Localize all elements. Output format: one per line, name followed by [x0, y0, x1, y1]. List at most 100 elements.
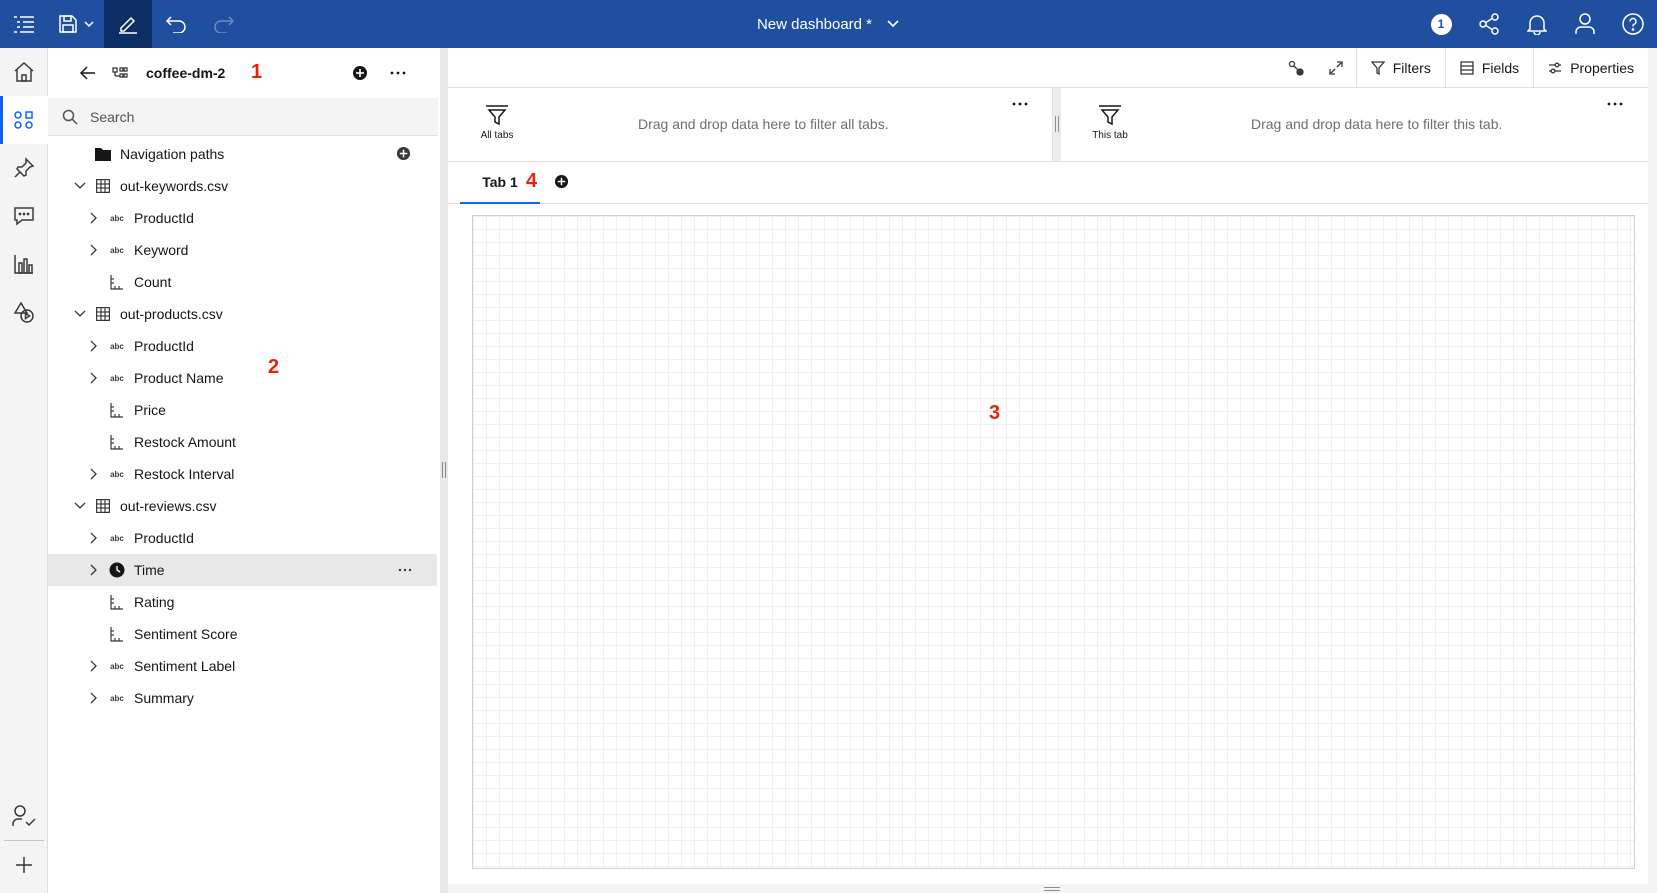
tree-item-label: Count	[134, 274, 172, 290]
tree-item[interactable]: abc ProductId	[48, 522, 440, 554]
tree-item[interactable]: Sentiment Score	[48, 618, 440, 650]
tree-item[interactable]: Restock Amount	[48, 426, 440, 458]
chevron-right-icon[interactable]	[86, 466, 102, 482]
notifications-button[interactable]	[1513, 0, 1561, 48]
search-input[interactable]	[90, 108, 390, 125]
dashboard-area: Filters Fields Properties All tabs Drag …	[448, 47, 1648, 884]
tree-item[interactable]: Price	[48, 394, 440, 426]
tree-item[interactable]: abc ProductId	[48, 330, 440, 362]
tree-item-label: Keyword	[134, 242, 189, 258]
text-type-icon: abc	[110, 341, 124, 351]
tree-item[interactable]: abc Restock Interval	[48, 458, 440, 490]
edit-mode-button[interactable]	[104, 0, 152, 48]
help-button[interactable]	[1609, 0, 1657, 48]
tree-item[interactable]: out-products.csv	[48, 298, 440, 330]
save-button[interactable]	[48, 0, 104, 48]
panel-resize-handle[interactable]	[440, 48, 448, 893]
home-button[interactable]	[0, 48, 48, 96]
bell-icon	[1527, 15, 1547, 35]
overflow-menu-icon	[1012, 102, 1028, 106]
dashboard-title[interactable]: New dashboard *	[757, 16, 872, 33]
settings-adjust-icon	[1549, 62, 1562, 73]
tree-item[interactable]: abc Product Name	[48, 362, 440, 394]
user-button[interactable]	[1561, 0, 1609, 48]
undo-button[interactable]	[152, 0, 200, 48]
chevron-down-icon[interactable]	[72, 498, 88, 514]
tree-item[interactable]: abc Sentiment Label	[48, 650, 440, 682]
add-tab-button[interactable]	[554, 174, 569, 192]
connections-button[interactable]	[1276, 48, 1316, 88]
redo-button[interactable]	[200, 0, 248, 48]
rail-bottom	[0, 792, 48, 893]
chevron-right-icon[interactable]	[86, 530, 102, 546]
user-access-button[interactable]	[0, 792, 48, 840]
visualizations-button[interactable]	[0, 240, 48, 288]
tree-item-label: Product Name	[134, 370, 224, 386]
add-source-button[interactable]	[348, 61, 372, 85]
share-icon	[1479, 13, 1499, 35]
tree-item[interactable]: Navigation paths	[48, 138, 440, 170]
measure-icon	[108, 273, 126, 291]
chevron-right-icon[interactable]	[86, 242, 102, 258]
this-tab-filter-zone[interactable]: This tab Drag and drop data here to filt…	[1061, 88, 1648, 162]
chevron-right-icon[interactable]	[86, 338, 102, 354]
add-navigation-path-button[interactable]	[396, 146, 411, 164]
overflow-menu-icon[interactable]	[398, 560, 412, 583]
chevron-right-icon[interactable]	[86, 370, 102, 386]
text-type-icon: abc	[110, 213, 124, 223]
bottom-resize-handle[interactable]	[1044, 887, 1060, 891]
fields-label: Fields	[1481, 59, 1520, 76]
notification-count-button[interactable]: 1	[1417, 0, 1465, 48]
chevron-right-icon[interactable]	[86, 210, 102, 226]
assistant-button[interactable]	[0, 288, 48, 336]
comments-button[interactable]	[0, 192, 48, 240]
resize-grip	[442, 462, 446, 478]
tree-item[interactable]: Count	[48, 266, 440, 298]
tree-item[interactable]: abc ProductId	[48, 202, 440, 234]
all-tabs-filter-zone[interactable]: All tabs Drag and drop data here to filt…	[448, 88, 1053, 162]
share-button[interactable]	[1465, 0, 1513, 48]
this-tab-filter-tile[interactable]: This tab	[1083, 104, 1137, 141]
chevron-down-icon[interactable]	[72, 306, 88, 322]
data-panel: coffee-dm-2 Navigation paths out-keywords…	[48, 48, 440, 893]
data-module-icon	[108, 67, 132, 79]
properties-button[interactable]: Properties	[1533, 47, 1648, 88]
maximize-icon	[1329, 60, 1343, 75]
fields-button[interactable]: Fields	[1444, 47, 1533, 88]
tree-item[interactable]: Rating	[48, 586, 440, 618]
tree-item-label: Price	[134, 402, 166, 418]
this-tab-overflow-menu[interactable]	[1607, 92, 1623, 121]
chevron-down-icon[interactable]	[72, 178, 88, 194]
undo-icon	[165, 16, 186, 33]
dashboard-canvas[interactable]	[472, 215, 1635, 869]
tree-item[interactable]: out-reviews.csv	[48, 490, 440, 522]
chevron-right-icon[interactable]	[86, 562, 102, 578]
filter-zone-divider[interactable]	[1053, 88, 1061, 161]
chevron-down-icon[interactable]	[886, 19, 900, 29]
filters-button[interactable]: Filters	[1355, 47, 1445, 88]
all-tabs-filter-tile[interactable]: All tabs	[470, 104, 524, 141]
tree-item[interactable]: out-keywords.csv	[48, 170, 440, 202]
back-button[interactable]	[70, 55, 106, 91]
chevron-right-icon[interactable]	[86, 690, 102, 706]
measure-icon	[108, 433, 126, 451]
data-sources-button[interactable]	[0, 96, 48, 144]
navigation-menu-button[interactable]	[0, 0, 48, 48]
pins-button[interactable]	[0, 144, 48, 192]
panel-overflow-menu[interactable]	[386, 61, 410, 85]
expand-button[interactable]	[1316, 48, 1356, 88]
data-icon	[14, 111, 33, 129]
tree-item[interactable]: Time	[48, 554, 437, 586]
all-tabs-label: All tabs	[480, 130, 514, 141]
tree-item[interactable]: abc Summary	[48, 682, 440, 714]
chevron-right-icon[interactable]	[86, 658, 102, 674]
tree-item-label: Restock Amount	[134, 434, 236, 450]
add-button[interactable]	[0, 841, 48, 889]
table-icon	[94, 497, 112, 515]
table-icon	[94, 305, 112, 323]
filters-label: Filters	[1392, 59, 1431, 76]
all-tabs-overflow-menu[interactable]	[1012, 92, 1028, 121]
tree-item[interactable]: abc Keyword	[48, 234, 440, 266]
